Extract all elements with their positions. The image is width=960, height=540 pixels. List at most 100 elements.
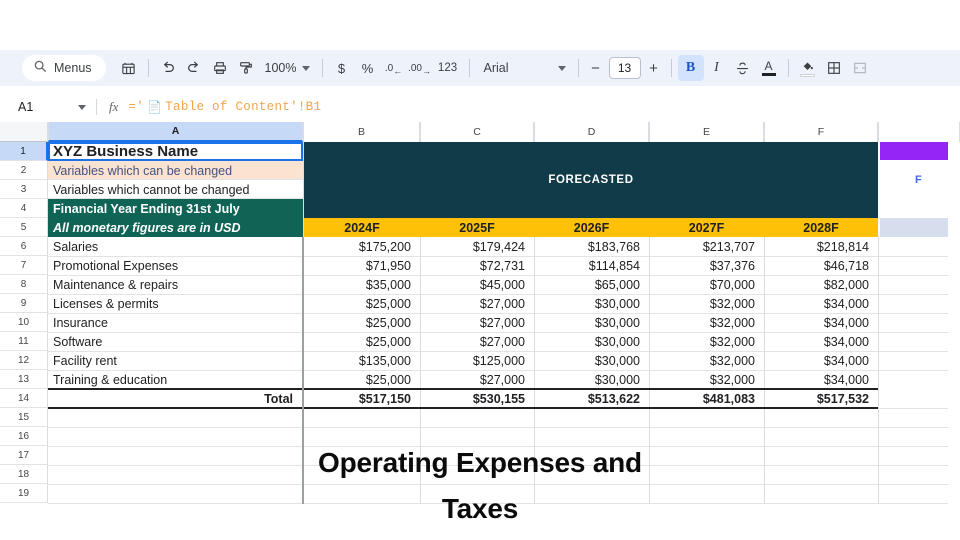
cell-a3[interactable]: Variables which cannot be changed	[48, 180, 303, 199]
cell-b6[interactable]: $175,200	[304, 237, 416, 256]
cell-e5[interactable]: 2027F	[649, 218, 764, 237]
cell-c7[interactable]: $72,731	[420, 256, 530, 275]
cell-a7[interactable]: Promotional Expenses	[48, 256, 303, 275]
font-size-value[interactable]: 13	[608, 57, 641, 79]
cell-f5[interactable]: 2028F	[764, 218, 878, 237]
cell-c11[interactable]: $27,000	[420, 332, 530, 351]
percent-format-button[interactable]: %	[355, 55, 381, 81]
fill-color-icon[interactable]	[795, 55, 821, 81]
cell-b10[interactable]: $25,000	[304, 313, 416, 332]
more-formats-button[interactable]: 123	[433, 55, 463, 81]
row-header-15[interactable]: 15	[0, 408, 48, 427]
row-header-12[interactable]: 12	[0, 351, 48, 370]
cell-a4[interactable]: Financial Year Ending 31st July	[48, 199, 303, 218]
zoom-selector[interactable]: 100%	[259, 61, 316, 75]
cell-f6[interactable]: $218,814	[764, 237, 874, 256]
cell-a8[interactable]: Maintenance & repairs	[48, 275, 303, 294]
font-size-stepper[interactable]: − 13 +	[585, 57, 665, 79]
text-color-button[interactable]: A	[756, 55, 782, 81]
increase-font-size-button[interactable]: +	[647, 60, 661, 77]
column-header-f[interactable]: F	[764, 122, 878, 142]
row-header-9[interactable]: 9	[0, 294, 48, 313]
decrease-font-size-button[interactable]: −	[589, 60, 603, 77]
cell-d7[interactable]: $114,854	[534, 256, 645, 275]
cell-f11[interactable]: $34,000	[764, 332, 874, 351]
row-header-3[interactable]: 3	[0, 180, 48, 199]
font-family-selector[interactable]: Arial	[476, 55, 572, 81]
cell-e9[interactable]: $32,000	[649, 294, 760, 313]
column-header-c[interactable]: C	[420, 122, 534, 142]
cell-d8[interactable]: $65,000	[534, 275, 645, 294]
row-header-4[interactable]: 4	[0, 199, 48, 218]
cell-e10[interactable]: $32,000	[649, 313, 760, 332]
column-header-b[interactable]: B	[303, 122, 420, 142]
cell-c8[interactable]: $45,000	[420, 275, 530, 294]
cell-c14[interactable]: $530,155	[420, 389, 530, 408]
column-header-d[interactable]: D	[534, 122, 649, 142]
cell-f8[interactable]: $82,000	[764, 275, 874, 294]
cell-f7[interactable]: $46,718	[764, 256, 874, 275]
cell-a13[interactable]: Training & education	[48, 370, 303, 389]
cell-c10[interactable]: $27,000	[420, 313, 530, 332]
strikethrough-icon[interactable]	[730, 55, 756, 81]
italic-button[interactable]: I	[704, 55, 730, 81]
menus-button[interactable]: Menus	[22, 55, 106, 81]
row-header-6[interactable]: 6	[0, 237, 48, 256]
row-header-5[interactable]: 5	[0, 218, 48, 237]
column-header-g[interactable]	[878, 122, 960, 142]
row-header-11[interactable]: 11	[0, 332, 48, 351]
cell-f14[interactable]: $517,532	[764, 389, 874, 408]
cell-c13[interactable]: $27,000	[420, 370, 530, 389]
cell-e14[interactable]: $481,083	[649, 389, 760, 408]
cell-a6[interactable]: Salaries	[48, 237, 303, 256]
cell-c5[interactable]: 2025F	[420, 218, 534, 237]
cell-c9[interactable]: $27,000	[420, 294, 530, 313]
bold-button[interactable]: B	[677, 55, 704, 81]
cell-f12[interactable]: $34,000	[764, 351, 874, 370]
cell-a1[interactable]: XYZ Business Name	[48, 142, 303, 161]
cell-a11[interactable]: Software	[48, 332, 303, 351]
cell-d5[interactable]: 2026F	[534, 218, 649, 237]
undo-icon[interactable]	[155, 55, 181, 81]
cell-c12[interactable]: $125,000	[420, 351, 530, 370]
cell-d14[interactable]: $513,622	[534, 389, 645, 408]
paint-format-icon[interactable]	[233, 55, 259, 81]
cell-e8[interactable]: $70,000	[649, 275, 760, 294]
cell-a9[interactable]: Licenses & permits	[48, 294, 303, 313]
cell-e12[interactable]: $32,000	[649, 351, 760, 370]
cell-b11[interactable]: $25,000	[304, 332, 416, 351]
cell-b9[interactable]: $25,000	[304, 294, 416, 313]
cell-b13[interactable]: $25,000	[304, 370, 416, 389]
cell-d11[interactable]: $30,000	[534, 332, 645, 351]
row-header-13[interactable]: 13	[0, 370, 48, 389]
row-header-10[interactable]: 10	[0, 313, 48, 332]
row-header-1[interactable]: 1	[0, 142, 48, 161]
cell-c6[interactable]: $179,424	[420, 237, 530, 256]
cell-b8[interactable]: $35,000	[304, 275, 416, 294]
cell-d13[interactable]: $30,000	[534, 370, 645, 389]
row-header-8[interactable]: 8	[0, 275, 48, 294]
merge-cells-icon[interactable]	[847, 55, 873, 81]
cell-e13[interactable]: $32,000	[649, 370, 760, 389]
print-icon[interactable]	[207, 55, 233, 81]
cell-a14-total-label[interactable]: Total	[48, 389, 298, 408]
cell-e7[interactable]: $37,376	[649, 256, 760, 275]
cell-d12[interactable]: $30,000	[534, 351, 645, 370]
cell-a12[interactable]: Facility rent	[48, 351, 303, 370]
cell-b14[interactable]: $517,150	[304, 389, 416, 408]
select-all-corner[interactable]	[0, 122, 48, 142]
column-header-a[interactable]: A	[48, 122, 303, 142]
cell-f13[interactable]: $34,000	[764, 370, 874, 389]
cell-f10[interactable]: $34,000	[764, 313, 874, 332]
currency-format-button[interactable]: $	[329, 55, 355, 81]
cell-e6[interactable]: $213,707	[649, 237, 760, 256]
cell-a2[interactable]: Variables which can be changed	[48, 161, 303, 180]
cell-f9[interactable]: $34,000	[764, 294, 874, 313]
cell-b5[interactable]: 2024F	[304, 218, 420, 237]
decrease-decimal-button[interactable]: .0 ←	[381, 55, 407, 81]
cell-d9[interactable]: $30,000	[534, 294, 645, 313]
name-box[interactable]: A1	[0, 92, 96, 122]
sheet-icon[interactable]	[116, 55, 142, 81]
row-header-7[interactable]: 7	[0, 256, 48, 275]
cell-a5[interactable]: All monetary figures are in USD	[48, 218, 303, 237]
